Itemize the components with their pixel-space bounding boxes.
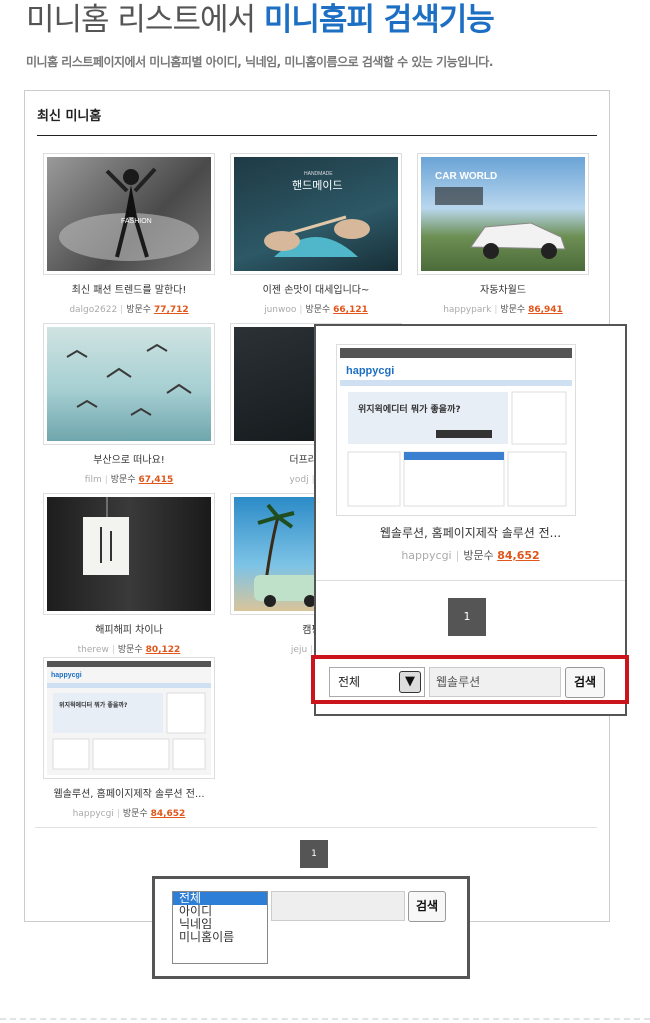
knitting-image: HANDMADE 핸드메이드 — [264, 171, 370, 257]
card-title[interactable]: 해피해피 차이나 — [43, 621, 215, 636]
pagination-page-1[interactable]: 1 — [300, 840, 328, 868]
card-title[interactable]: 웹솔루션, 홈페이지제작 솔루션 전... — [43, 785, 215, 800]
page-title-plain: 미니홈 리스트에서 — [26, 2, 256, 38]
card-title[interactable]: 이젠 손맛이 대세입니다~ — [230, 281, 402, 296]
visit-label: 방문수 — [122, 809, 148, 819]
overlay-user: happycgi — [401, 549, 452, 562]
visit-count[interactable]: 86,941 — [528, 305, 563, 315]
search-button[interactable]: 검색 — [408, 891, 446, 922]
card-thumbnail[interactable] — [43, 493, 215, 615]
card-user: jeju — [290, 645, 308, 655]
page-title: 미니홈 리스트에서 미니홈피 검색기능 — [26, 0, 495, 40]
pagination-divider — [35, 827, 597, 828]
minihome-card[interactable]: HANDMADE 핸드메이드 이젠 손맛이 대세입니다~ junwoo | 방문수 … — [230, 153, 402, 315]
visit-count[interactable]: 80,122 — [146, 645, 181, 655]
visit-count[interactable]: 67,415 — [138, 475, 173, 485]
card-thumbnail[interactable]: CAR WORLD — [417, 153, 589, 275]
search-button[interactable]: 검색 — [565, 667, 605, 698]
card-user: film — [84, 475, 102, 485]
card-meta: therew | 방문수 80,122 — [77, 645, 181, 655]
option-minihome-name[interactable]: 미니홈이름 — [173, 931, 267, 944]
visit-label: 방문수 — [463, 549, 494, 562]
card-meta: dalgo2622 | 방문수 77,712 — [69, 305, 189, 315]
card-thumbnail[interactable]: HANDMADE 핸드메이드 — [230, 153, 402, 275]
overlay-pagination-page-1[interactable]: 1 — [448, 598, 486, 636]
seagull-image — [66, 343, 192, 416]
card-user: junwoo — [264, 305, 297, 315]
card-meta: junwoo | 방문수 66,121 — [264, 305, 368, 315]
visit-label: 방문수 — [500, 305, 526, 315]
thumb-small-label: HANDMADE — [304, 171, 333, 177]
card-title[interactable]: 최신 패션 트렌드를 말한다! — [43, 281, 215, 296]
card-meta: film | 방문수 67,415 — [84, 475, 174, 485]
card-user: happycgi — [72, 809, 114, 819]
lantern-image — [83, 497, 129, 575]
overlay-thumbnail[interactable]: happycgi 위지윅에디터 뭐가 좋을까? — [336, 344, 576, 516]
card-thumbnail[interactable] — [43, 323, 215, 445]
search-category-value: 전체 — [338, 675, 361, 689]
thumb-label: 핸드메이드 — [292, 179, 343, 192]
thumb-label: FASHION — [121, 218, 152, 225]
section-title: 최신 미니홈 — [37, 109, 102, 124]
overlay-card-meta: happycgi | 방문수 84,652 — [401, 549, 540, 562]
visit-label: 방문수 — [110, 475, 136, 485]
search-input[interactable]: 웹솔루션 — [429, 667, 561, 697]
website-screenshot: happycgi 위지윅에디터 뭐가 좋을까? — [47, 661, 211, 770]
search-input[interactable] — [271, 891, 405, 921]
visit-label: 방문수 — [126, 305, 152, 315]
thumb-label: happycgi — [51, 672, 82, 679]
minihome-card[interactable]: 부산으로 떠나요! film | 방문수 67,415 — [43, 323, 215, 485]
card-user: therew — [77, 645, 109, 655]
search-category-select[interactable]: 전체 ▼ — [329, 667, 425, 697]
page-subtitle: 미니홈 리스트페이지에서 미니홈피별 아이디, 닉네임, 미니홈이름으로 검색할… — [26, 55, 493, 69]
card-meta: happycgi | 방문수 84,652 — [72, 809, 186, 819]
page-title-accent: 미니홈피 검색기능 — [263, 2, 495, 38]
search-category-listbox[interactable]: 전체 아이디 닉네임 미니홈이름 — [172, 891, 268, 964]
card-title[interactable]: 자동차월드 — [417, 281, 589, 296]
card-thumbnail[interactable]: FASHION — [43, 153, 215, 275]
footer-divider — [0, 1018, 650, 1020]
card-user: dalgo2622 — [69, 305, 118, 315]
dropdown-callout: 전체 아이디 닉네임 미니홈이름 검색 — [152, 876, 470, 979]
minihome-card[interactable]: happycgi 위지윅에디터 뭐가 좋을까? 웹솔루션, 홈페이지제작 솔루션… — [43, 657, 215, 819]
card-title[interactable]: 부산으로 떠나요! — [43, 451, 215, 466]
fashion-model-image: FASHION — [59, 167, 199, 261]
minihome-card[interactable]: 해피해피 차이나 therew | 방문수 80,122 — [43, 493, 215, 655]
card-user: happypark — [443, 305, 492, 315]
overlay-logo: happycgi — [346, 365, 394, 377]
visit-count[interactable]: 84,652 — [151, 809, 186, 819]
minihome-card[interactable]: CAR WORLD 자동차월드 happypark | 방문수 86,941 — [417, 153, 589, 315]
visit-count[interactable]: 77,712 — [154, 305, 189, 315]
overlay-banner: 위지윅에디터 뭐가 좋을까? — [358, 403, 461, 415]
overlay-divider — [316, 580, 625, 581]
visit-count[interactable]: 66,121 — [333, 305, 368, 315]
car-image: CAR WORLD — [435, 171, 566, 259]
visit-label: 방문수 — [117, 645, 143, 655]
card-user: yodj — [289, 475, 309, 485]
visit-label: 방문수 — [305, 305, 331, 315]
thumb-banner: 위지윅에디터 뭐가 좋을까? — [59, 701, 128, 709]
card-meta: happypark | 방문수 86,941 — [443, 305, 563, 315]
search-bar-highlight: 전체 ▼ 웹솔루션 검색 — [311, 655, 629, 704]
minihome-card[interactable]: FASHION 최신 패션 트렌드를 말한다! dalgo2622 | 방문수 77… — [43, 153, 215, 315]
overlay-card-title[interactable]: 웹솔루션, 홈페이지제작 솔루션 전... — [316, 524, 625, 541]
section-divider — [37, 135, 597, 136]
overlay-visit-count[interactable]: 84,652 — [497, 549, 539, 562]
website-screenshot: happycgi 위지윅에디터 뭐가 좋을까? — [340, 348, 572, 507]
chevron-down-icon[interactable]: ▼ — [399, 671, 421, 693]
thumb-label: CAR WORLD — [435, 171, 497, 182]
card-thumbnail[interactable]: happycgi 위지윅에디터 뭐가 좋을까? — [43, 657, 215, 779]
